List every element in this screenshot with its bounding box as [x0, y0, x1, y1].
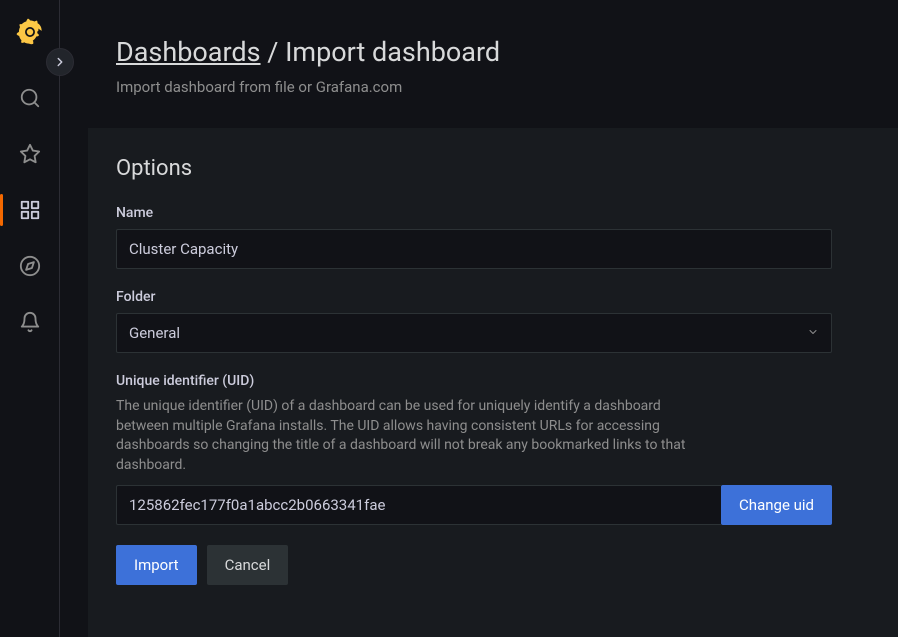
uid-input[interactable] — [116, 485, 721, 525]
name-input[interactable] — [116, 229, 832, 269]
breadcrumb-separator: / — [261, 36, 286, 68]
search-icon[interactable] — [6, 74, 54, 122]
action-buttons: Import Cancel — [116, 545, 870, 585]
folder-select[interactable]: General — [116, 313, 832, 353]
folder-field: Folder General — [116, 289, 870, 353]
explore-icon[interactable] — [6, 242, 54, 290]
page-subtitle: Import dashboard from file or Grafana.co… — [116, 78, 858, 96]
section-title: Options — [116, 156, 870, 181]
folder-label: Folder — [116, 289, 870, 305]
change-uid-button[interactable]: Change uid — [721, 485, 832, 525]
dashboards-icon[interactable] — [6, 186, 54, 234]
options-card: Options Name Folder General Unique ident… — [88, 128, 898, 637]
breadcrumb-current: Import dashboard — [285, 36, 500, 68]
folder-select-value: General — [129, 324, 180, 342]
uid-field: Unique identifier (UID) The unique ident… — [116, 373, 870, 525]
name-label: Name — [116, 205, 870, 221]
alerting-icon[interactable] — [6, 298, 54, 346]
breadcrumb-root-link[interactable]: Dashboards — [116, 36, 261, 68]
grafana-logo[interactable] — [16, 18, 44, 46]
name-field: Name — [116, 205, 870, 269]
page-header: Dashboards / Import dashboard Import das… — [60, 0, 898, 116]
chevron-down-icon — [807, 326, 819, 341]
import-button[interactable]: Import — [116, 545, 197, 585]
cancel-button[interactable]: Cancel — [207, 545, 289, 585]
uid-label: Unique identifier (UID) — [116, 373, 870, 389]
star-icon[interactable] — [6, 130, 54, 178]
sidebar-nav — [0, 0, 60, 637]
main-content: Dashboards / Import dashboard Import das… — [60, 0, 898, 637]
uid-description: The unique identifier (UID) of a dashboa… — [116, 397, 696, 475]
sidebar-expand-button[interactable] — [46, 48, 74, 76]
breadcrumb: Dashboards / Import dashboard — [116, 36, 858, 68]
